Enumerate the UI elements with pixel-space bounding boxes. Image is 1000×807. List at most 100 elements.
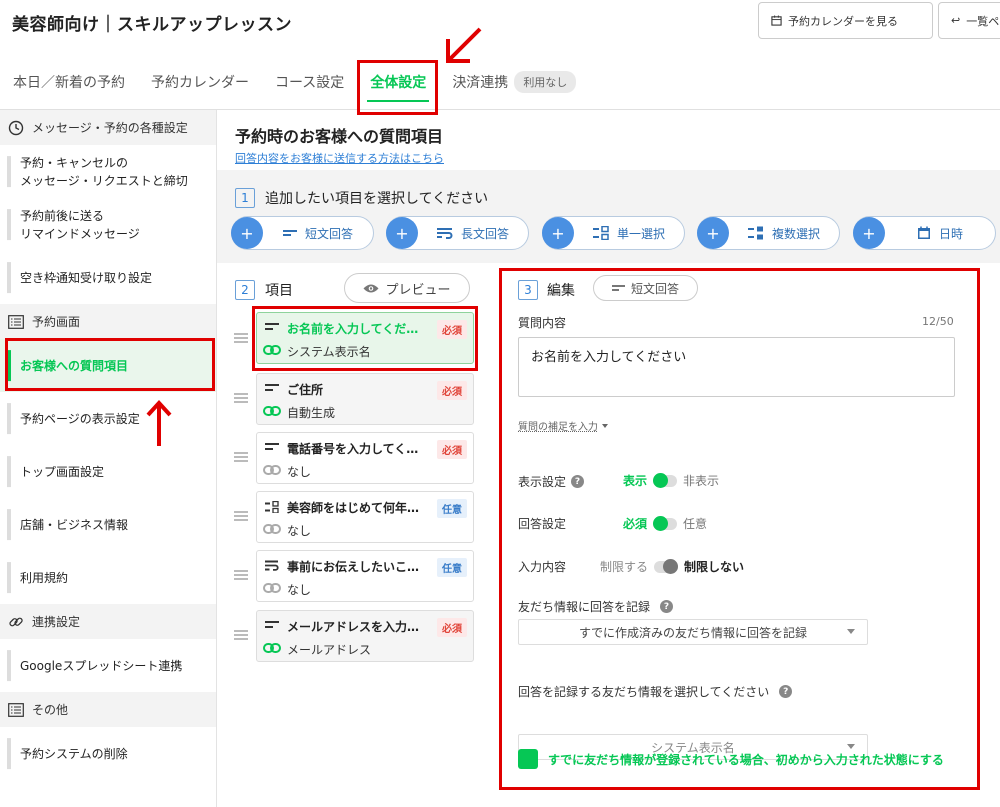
display-off-label: 非表示: [683, 474, 720, 488]
sidebar-item-delete-system[interactable]: 予約システムの削除: [0, 727, 216, 780]
add-single-select-button[interactable]: + 単一選択: [542, 216, 685, 250]
single-select-icon: [592, 226, 609, 240]
add-button-label: 単一選択: [616, 226, 665, 241]
sidebar-item-terms[interactable]: 利用規約: [0, 551, 216, 604]
sidebar-item-google-sheets[interactable]: Googleスプレッドシート連携: [0, 639, 216, 692]
display-toggle[interactable]: 表示 非表示: [623, 472, 719, 489]
single-select-icon: [265, 501, 279, 513]
add-short-text-button[interactable]: + 短文回答: [231, 216, 374, 250]
sidebar-item-vacancy-notice[interactable]: 空き枠通知受け取り設定: [0, 251, 216, 304]
caret-down-icon: [602, 423, 608, 428]
annotation-box-tab: [357, 60, 438, 115]
answer-setting-label: 回答設定: [518, 517, 567, 531]
short-text-icon: [282, 230, 297, 236]
step3-label: 編集: [547, 283, 575, 299]
drag-handle-icon[interactable]: [234, 570, 248, 580]
record-select-value: すでに作成済みの友だち情報に回答を記録: [578, 625, 808, 640]
question-item[interactable]: メールアドレスを入力してください 必須 メールアドレス: [256, 610, 474, 662]
answer-switch[interactable]: [653, 515, 678, 531]
sidebar-item-store-info[interactable]: 店舗・ビジネス情報: [0, 498, 216, 551]
drag-handle-icon[interactable]: [234, 333, 248, 343]
clock-icon: [8, 120, 24, 135]
display-switch[interactable]: [653, 472, 678, 488]
short-text-icon: [265, 443, 279, 450]
help-icon[interactable]: ?: [779, 685, 793, 698]
short-text-icon: [265, 384, 279, 391]
calendar-button-label: 予約カレンダーを見る: [788, 14, 898, 28]
answer-required-label: 必須: [623, 517, 648, 531]
add-button-label: 短文回答: [304, 226, 353, 241]
required-badge: 必須: [437, 618, 467, 637]
input-limit-label: 制限する: [600, 560, 649, 574]
help-icon[interactable]: ?: [660, 600, 674, 613]
list-page-button-label: 一覧ペ: [966, 14, 1000, 28]
help-icon[interactable]: ?: [571, 475, 585, 488]
drag-handle-icon[interactable]: [234, 452, 248, 462]
optional-badge: 任意: [437, 558, 467, 577]
long-text-icon: [436, 228, 453, 239]
prefill-checkbox[interactable]: [518, 749, 538, 769]
question-item[interactable]: 電話番号を入力してください 必須 なし: [256, 432, 474, 484]
display-setting-label: 表示設定: [518, 475, 567, 489]
input-limit-switch[interactable]: [654, 558, 679, 574]
tab-course[interactable]: コース設定: [262, 60, 357, 104]
drag-handle-icon[interactable]: [234, 630, 248, 640]
question-textarea[interactable]: お名前を入力してください: [518, 337, 955, 397]
sidebar-item-booking-page-display[interactable]: 予約ページの表示設定: [0, 392, 216, 445]
sidebar-item-top-screen[interactable]: トップ画面設定: [0, 445, 216, 498]
question-linked-field: メールアドレス: [287, 643, 372, 657]
calendar-icon: [917, 226, 930, 239]
question-title: ご住所: [287, 383, 324, 397]
calendar-button[interactable]: 予約カレンダーを見る: [758, 2, 933, 39]
question-item[interactable]: 美容師をはじめて何年目ですか 任意 なし: [256, 491, 474, 543]
question-item[interactable]: 事前にお伝えしたいことがあれば 任意 なし: [256, 550, 474, 602]
sidebar-item-reminder[interactable]: 予約前後に送る リマインドメッセージ: [0, 198, 216, 251]
eye-icon: [363, 284, 379, 292]
app-title: 美容師向け｜スキルアップレッスン: [12, 15, 292, 35]
sidebar-section-booking-screen: 予約画面: [0, 304, 216, 339]
add-button-label: 日時: [938, 226, 963, 241]
display-on-label: 表示: [623, 474, 648, 488]
sidebar: メッセージ・予約の各種設定 予約・キャンセルの メッセージ・リクエストと締切 予…: [0, 110, 217, 807]
prefill-label: すでに友だち情報が登録されている場合、初めから入力された状態にする: [548, 752, 944, 767]
help-link[interactable]: 回答内容をお客様に送信する方法はこちら: [235, 150, 444, 166]
input-limit-toggle[interactable]: 制限する 制限しない: [600, 558, 744, 575]
add-multi-select-button[interactable]: + 複数選択: [697, 216, 840, 250]
question-linked-field: なし: [287, 524, 312, 538]
question-linked-field: なし: [287, 583, 312, 597]
plus-icon: +: [853, 217, 885, 249]
supplement-link[interactable]: 質問の補足を入力: [518, 418, 608, 433]
question-linked-field: なし: [287, 465, 312, 479]
char-count: 12/50: [922, 315, 954, 328]
link-icon: [263, 465, 281, 475]
annotation-box-sidebar: [5, 338, 215, 391]
sidebar-section-other: その他: [0, 692, 216, 727]
short-text-icon: [611, 285, 625, 291]
drag-handle-icon[interactable]: [234, 511, 248, 521]
tab-calendar[interactable]: 予約カレンダー: [138, 60, 262, 104]
calendar-icon: [771, 15, 782, 26]
link-icon: [263, 583, 281, 593]
add-button-label: 長文回答: [460, 226, 509, 241]
input-nolimit-label: 制限しない: [684, 560, 745, 574]
preview-label: プレビュー: [385, 282, 451, 298]
add-long-text-button[interactable]: + 長文回答: [386, 216, 529, 250]
plus-icon: +: [697, 217, 729, 249]
add-datetime-button[interactable]: + 日時: [853, 216, 996, 250]
step1-label: 追加したい項目を選択してください: [265, 191, 489, 207]
sidebar-item-reservation-messages[interactable]: 予約・キャンセルの メッセージ・リクエストと締切: [0, 145, 216, 198]
supplement-link-label: 質問の補足を入力: [518, 422, 598, 433]
plus-icon: +: [542, 217, 574, 249]
step1-header: 1 追加したい項目を選択してください: [235, 188, 488, 208]
list-page-button[interactable]: ↩ 一覧ペ: [938, 2, 1000, 39]
main-tabs: 本日／新着の予約 予約カレンダー コース設定 全体設定 決済連携 利用なし: [0, 60, 577, 104]
preview-button[interactable]: プレビュー: [344, 273, 470, 303]
drag-handle-icon[interactable]: [234, 393, 248, 403]
prefill-row: すでに友だち情報が登録されている場合、初めから入力された状態にする: [518, 749, 944, 769]
answer-toggle[interactable]: 必須 任意: [623, 515, 707, 532]
tab-today[interactable]: 本日／新着の予約: [0, 60, 138, 104]
input-content-label: 入力内容: [518, 560, 567, 574]
record-select[interactable]: すでに作成済みの友だち情報に回答を記録: [518, 619, 868, 645]
link-icon: [9, 617, 23, 626]
question-item[interactable]: ご住所 必須 自動生成: [256, 373, 474, 425]
